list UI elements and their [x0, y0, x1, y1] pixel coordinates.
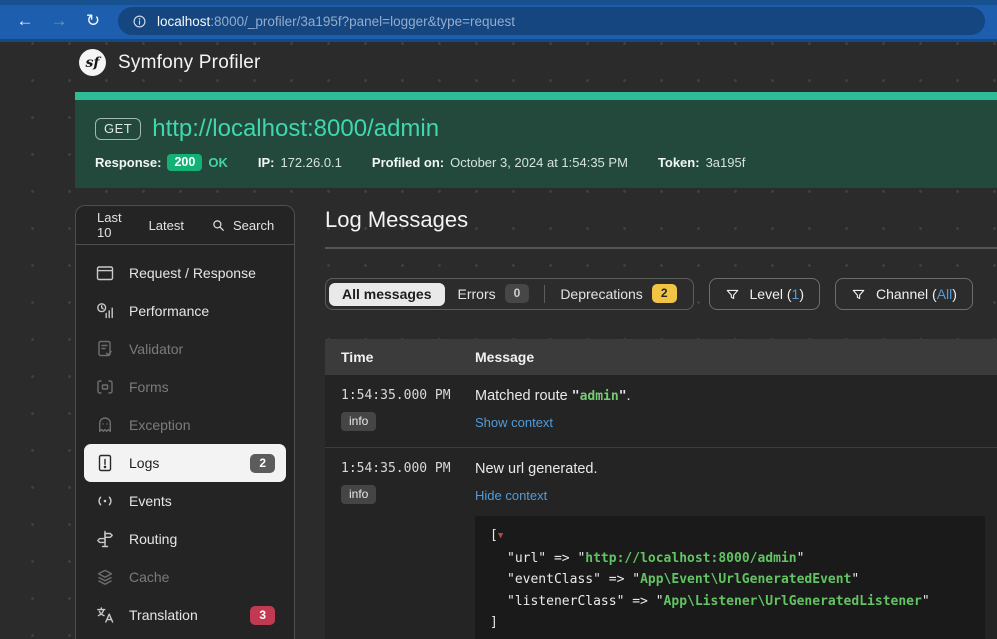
dump-entry: "eventClass" => "App\Event\UrlGeneratedE… [490, 569, 970, 591]
sidebar-item-translation[interactable]: Translation 3 [84, 596, 286, 634]
logs-count-badge: 2 [250, 454, 275, 473]
dump-entry: "url" => "http://localhost:8000/admin" [490, 548, 970, 570]
window-icon [95, 263, 115, 283]
deprecations-count-badge: 2 [652, 284, 677, 303]
log-level-badge: info [341, 485, 376, 504]
browser-forward-button[interactable]: → [42, 11, 76, 31]
forms-icon [95, 377, 115, 397]
request-summary-banner: GET http://localhost:8000/admin Response… [75, 100, 997, 188]
show-context-link[interactable]: Show context [475, 415, 553, 430]
tab-errors[interactable]: Errors 0 [445, 281, 543, 307]
dump-entry: "listenerClass" => "App\Listener\UrlGene… [490, 591, 970, 613]
banner-accent-bar [75, 92, 997, 100]
sidebar-item-performance[interactable]: Performance [84, 292, 286, 330]
table-header: Time Message [325, 339, 997, 375]
response-status: Response: 200 OK [95, 154, 228, 171]
context-dump: [▼ "url" => "http://localhost:8000/admin… [475, 516, 985, 639]
sidebar-item-routing[interactable]: Routing [84, 520, 286, 558]
log-time: 1:54:35.000 PM [341, 388, 475, 403]
log-message: Matched route "admin". [475, 388, 997, 404]
table-row: 1:54:35.000 PM info New url generated. H… [325, 448, 997, 639]
profiler-header: sf Symfony Profiler [79, 49, 261, 76]
symfony-logo-icon: sf [79, 49, 106, 76]
channel-filter-button[interactable]: Channel (All) [835, 278, 973, 310]
sidebar-item-validator: Validator [84, 330, 286, 368]
translation-count-badge: 3 [250, 606, 275, 625]
browser-back-button[interactable]: ← [8, 11, 42, 31]
status-code-badge: 200 [167, 154, 202, 171]
sidebar-tab-last10[interactable]: Last 10 [97, 210, 122, 240]
request-ip: IP: 172.26.0.1 [258, 155, 342, 170]
tab-deprecations[interactable]: Deprecations 2 [547, 281, 689, 307]
table-row: 1:54:35.000 PM info Matched route "admin… [325, 375, 997, 448]
log-messages-table: Time Message 1:54:35.000 PM info Matched… [325, 339, 997, 639]
validator-icon [95, 339, 115, 359]
url-text: localhost:8000/_profiler/3a195f?panel=lo… [157, 14, 515, 29]
title-divider [325, 247, 997, 249]
sidebar-tab-latest[interactable]: Latest [149, 218, 184, 233]
broadcast-icon [95, 491, 115, 511]
profiler-token: Token: 3a195f [658, 155, 745, 170]
browser-toolbar: ← → ↻ localhost:8000/_profiler/3a195f?pa… [0, 0, 997, 42]
log-time: 1:54:35.000 PM [341, 461, 475, 476]
sidebar-item-exception: Exception [84, 406, 286, 444]
sidebar-item-request-response[interactable]: Request / Response [84, 254, 286, 292]
funnel-icon [851, 287, 866, 302]
level-filter-button[interactable]: Level (1) [709, 278, 821, 310]
dump-toggle-icon[interactable]: ▼ [498, 531, 503, 541]
http-method-badge: GET [95, 118, 141, 140]
log-document-icon [95, 453, 115, 473]
layers-icon [95, 567, 115, 587]
profiler-sidebar: Last 10 Latest Search Request / Response [75, 205, 295, 639]
hide-context-link[interactable]: Hide context [475, 488, 547, 503]
sidebar-item-cache: Cache [84, 558, 286, 596]
ghost-icon [95, 415, 115, 435]
sidebar-item-logs[interactable]: Logs 2 [84, 444, 286, 482]
column-header-message: Message [475, 349, 997, 365]
search-icon [211, 218, 226, 233]
log-level-badge: info [341, 412, 376, 431]
profiled-on: Profiled on: October 3, 2024 at 1:54:35 … [372, 155, 628, 170]
funnel-icon [725, 287, 740, 302]
performance-icon [95, 301, 115, 321]
main-panel: Log Messages All messages Errors 0 Depre… [325, 207, 997, 639]
log-message: New url generated. [475, 461, 997, 477]
page-title: Log Messages [325, 207, 997, 233]
errors-count-badge: 0 [505, 284, 530, 303]
column-header-time: Time [325, 349, 475, 365]
sidebar-item-forms: Forms [84, 368, 286, 406]
sidebar-tab-search[interactable]: Search [211, 218, 274, 233]
signpost-icon [95, 529, 115, 549]
tab-all-messages[interactable]: All messages [329, 283, 445, 306]
tab-separator [544, 285, 545, 303]
sidebar-item-events[interactable]: Events [84, 482, 286, 520]
browser-address-bar[interactable]: localhost:8000/_profiler/3a195f?panel=lo… [118, 7, 985, 35]
browser-reload-button[interactable]: ↻ [76, 11, 110, 31]
request-url: http://localhost:8000/admin [152, 115, 439, 143]
site-info-icon[interactable] [132, 14, 147, 29]
message-type-tabs: All messages Errors 0 Deprecations 2 [325, 278, 694, 310]
app-title: Symfony Profiler [118, 52, 261, 74]
translation-icon [95, 605, 115, 625]
